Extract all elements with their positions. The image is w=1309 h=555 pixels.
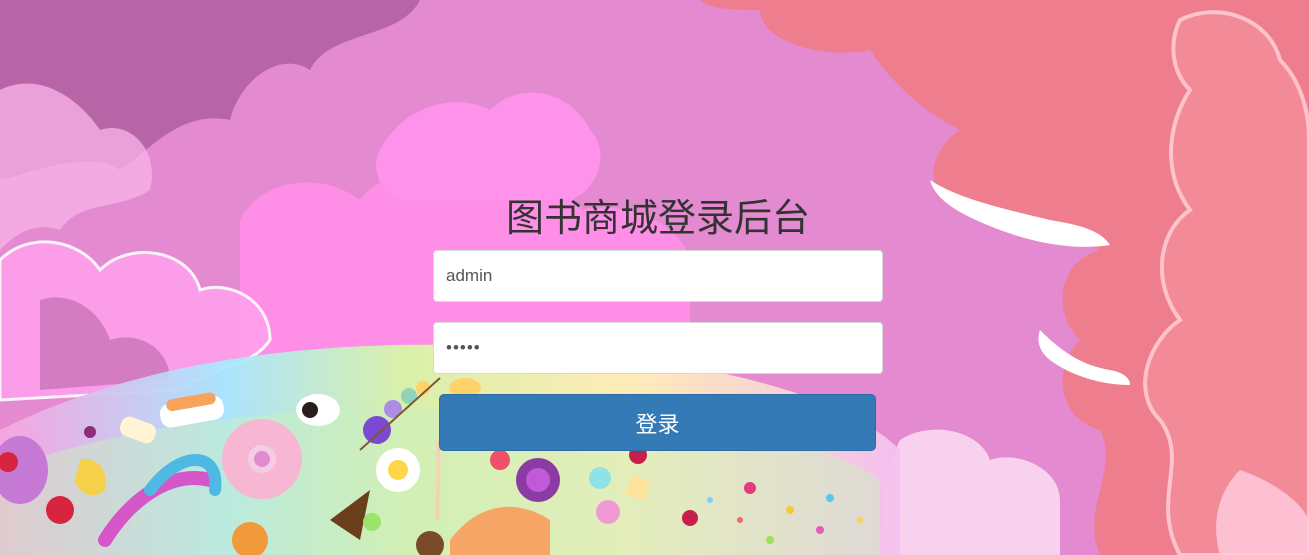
- login-button[interactable]: 登录: [439, 394, 876, 451]
- password-input[interactable]: [433, 322, 883, 374]
- page-title: 图书商城登录后台: [505, 196, 810, 240]
- username-input[interactable]: [433, 250, 883, 302]
- login-page: 图书商城登录后台 登录: [0, 0, 1309, 555]
- login-form: 图书商城登录后台 登录: [433, 190, 883, 451]
